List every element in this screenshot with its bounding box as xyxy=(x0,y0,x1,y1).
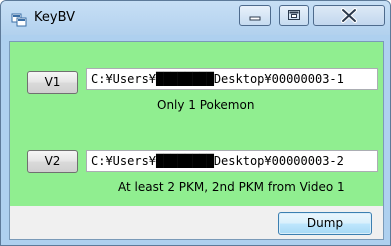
v2-path-field[interactable]: C:¥Users¥████████Desktop¥00000003-2 xyxy=(86,150,378,172)
minimize-icon xyxy=(249,16,261,21)
v1-button[interactable]: V1 xyxy=(27,71,78,94)
v2-button[interactable]: V2 xyxy=(27,150,78,173)
v1-path-field[interactable]: C:¥Users¥████████Desktop¥00000003-1 xyxy=(86,68,378,90)
title-bar[interactable]: KeyBV xyxy=(1,1,390,35)
close-icon xyxy=(341,8,357,23)
dump-button[interactable]: Dump xyxy=(278,212,372,235)
minimize-button[interactable] xyxy=(239,5,271,26)
maximize-icon xyxy=(288,10,300,20)
close-button[interactable] xyxy=(313,5,385,26)
v1-description-label: Only 1 Pokemon xyxy=(157,98,255,112)
form-client-area: V1 C:¥Users¥████████Desktop¥00000003-1 O… xyxy=(9,41,384,240)
app-window: KeyBV V1 C:¥Users¥████████Desktop¥000000… xyxy=(0,0,391,246)
window-title: KeyBV xyxy=(34,10,75,25)
maximize-button[interactable] xyxy=(279,5,309,26)
keybv-app-icon[interactable] xyxy=(11,11,27,27)
v2-description-label: At least 2 PKM, 2nd PKM from Video 1 xyxy=(118,180,345,194)
